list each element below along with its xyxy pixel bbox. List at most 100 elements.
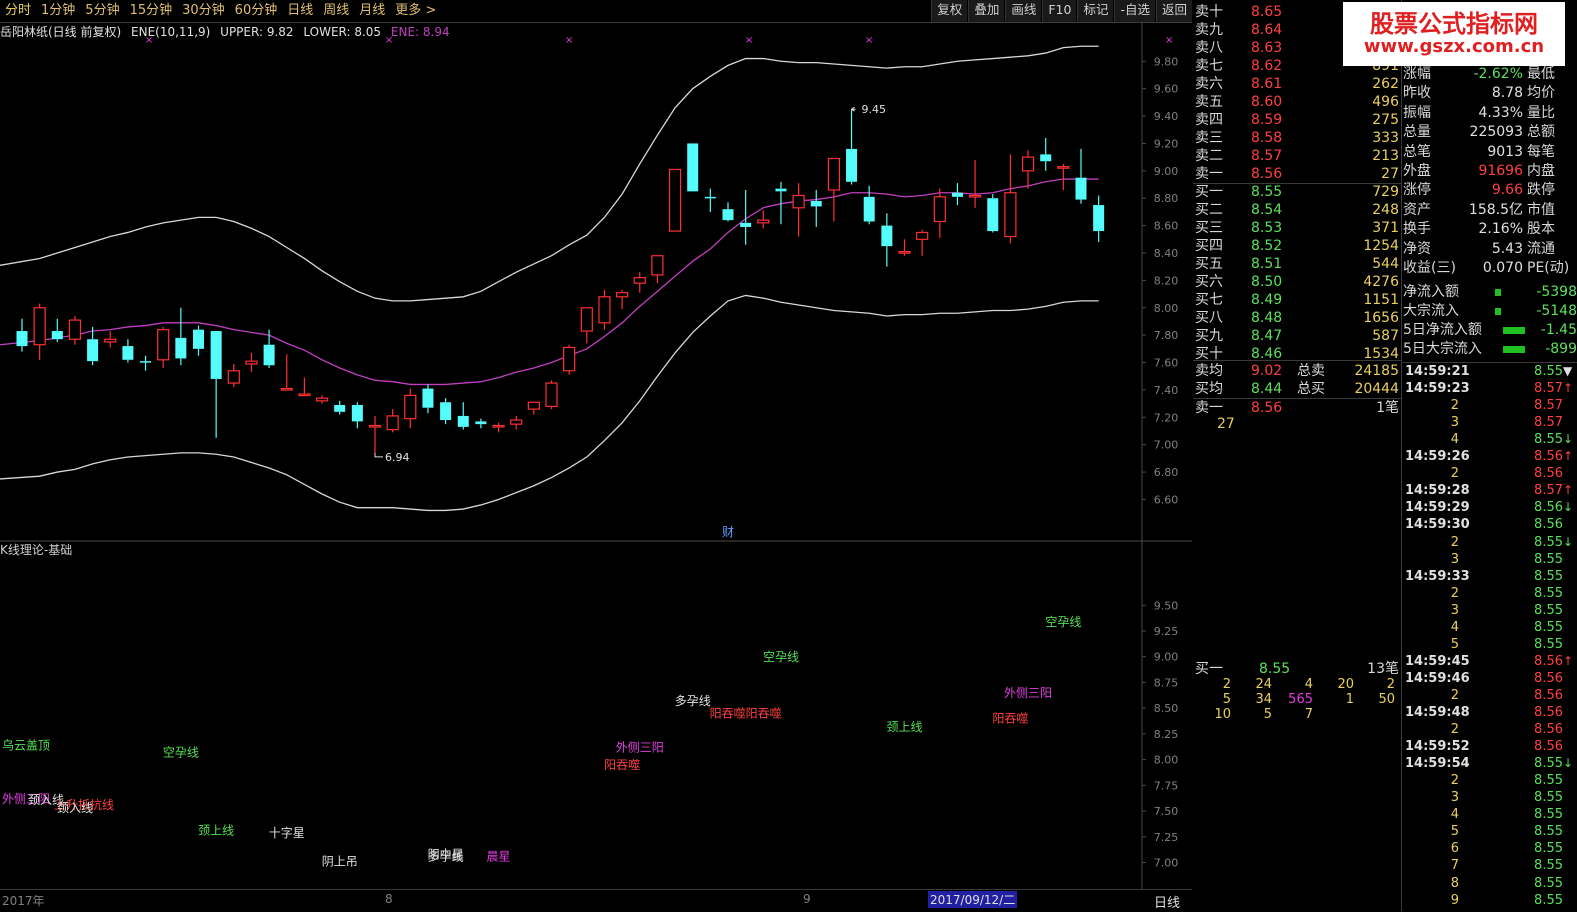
candle[interactable] [68,315,82,345]
period-tab[interactable]: 日线 [282,0,318,22]
candle[interactable] [280,354,293,391]
candle[interactable] [87,326,99,366]
candle[interactable] [757,210,770,229]
candle[interactable] [492,422,505,433]
candle[interactable] [651,255,664,284]
bid-price: 8.50 [1251,274,1283,290]
candle[interactable] [298,377,311,397]
avg-sell-label: 卖均 [1195,363,1223,379]
sell1-queue-value: 27 [1217,416,1235,432]
candle[interactable] [916,229,929,256]
candle[interactable] [633,272,646,293]
flow-value: -1.45 [1540,322,1577,338]
tool-button[interactable]: 标记 [1077,0,1114,22]
tool-button[interactable]: 复权 [931,0,968,22]
candle[interactable] [245,352,258,373]
period-tab[interactable]: 周线 [318,0,354,22]
buy1-queue-cell: 5 [1222,692,1231,707]
candle[interactable] [968,159,982,208]
candle[interactable] [1075,148,1087,204]
tick-row: 14:59:45 8.56 ↑ [1403,653,1577,670]
candle[interactable] [846,109,858,185]
period-tab[interactable]: 月线 [354,0,390,22]
tool-button[interactable]: 画线 [1005,0,1042,22]
candle[interactable] [386,409,399,433]
candle[interactable] [881,213,893,267]
candle[interactable] [1021,150,1035,189]
candle[interactable] [422,384,434,414]
candle[interactable] [545,380,558,410]
stat-label: 资产 [1403,201,1431,218]
candle[interactable] [368,415,382,453]
candle[interactable] [722,202,734,222]
period-tab[interactable]: 60分钟 [230,0,283,22]
candle[interactable] [193,325,204,356]
ask-label: 卖七 [1195,58,1223,74]
tool-button[interactable]: F10 [1042,0,1077,22]
candle[interactable] [16,318,28,352]
flow-row: 大宗流入 -5148 [1403,302,1577,321]
candle[interactable] [615,289,629,310]
tick-price: 8.55 [1534,619,1563,635]
candle[interactable] [1093,195,1105,243]
candle[interactable] [475,418,487,429]
candle[interactable] [740,189,752,245]
period-tab[interactable]: 5分钟 [80,0,124,22]
candle[interactable] [510,415,523,430]
bid-price: 8.46 [1251,346,1283,362]
candle[interactable] [933,188,946,238]
tick-price: 8.56 [1534,739,1563,755]
tool-button[interactable]: -自选 [1114,0,1155,22]
tick-arrow: ↑ [1563,449,1574,464]
bid-row: 买四 8.52 1254 [1193,237,1401,255]
candle[interactable] [1057,163,1070,190]
candle[interactable] [210,331,222,438]
candle[interactable] [687,143,699,192]
candle[interactable] [898,239,911,256]
period-tab[interactable]: 分时 [0,0,36,22]
period-tab[interactable]: 1分钟 [36,0,80,22]
candle[interactable] [51,318,63,342]
candle[interactable] [1040,137,1052,171]
candle[interactable] [987,194,999,233]
candle[interactable] [668,168,682,232]
financial-event-marker[interactable]: 财 [722,525,734,539]
candle[interactable] [951,183,963,206]
candle[interactable] [227,363,240,388]
candle[interactable] [263,329,275,369]
candlestick-chart[interactable]: 9.80 9.60 9.40 9.20 9.00 8.80 8.60 8.40 8.20 8.00… [0,22,1192,889]
candle[interactable] [440,398,452,425]
pattern-label: 颈上线 [198,824,234,838]
ask-label: 卖二 [1195,148,1223,164]
candle[interactable] [104,331,117,348]
candle[interactable] [457,402,469,430]
candle[interactable] [351,402,363,429]
candle[interactable] [175,307,187,366]
candle[interactable] [527,401,540,415]
tool-button[interactable]: 叠加 [968,0,1005,22]
candle[interactable] [863,185,875,225]
candle[interactable] [33,303,46,360]
buy1-price: 8.55 [1259,661,1291,677]
candle[interactable] [404,388,417,429]
candle[interactable] [598,289,611,330]
candle[interactable] [792,183,805,237]
candle[interactable] [157,326,170,369]
period-button[interactable]: 日线 [1154,892,1180,911]
candle[interactable] [704,188,716,212]
candle[interactable] [1004,154,1017,244]
price-tick: 8.20 [1154,274,1179,287]
candle[interactable] [810,189,822,227]
candle[interactable] [122,339,134,363]
candle[interactable] [315,395,329,404]
period-tab[interactable]: 15分钟 [125,0,178,22]
candle[interactable] [334,400,346,415]
candle[interactable] [827,157,841,222]
period-tab[interactable]: 30分钟 [177,0,230,22]
candle[interactable] [563,344,576,375]
stat-label: 换手 [1403,221,1431,238]
tool-button[interactable]: 返回 [1155,0,1192,22]
period-tab[interactable]: 更多 > [390,0,441,22]
candle[interactable] [140,355,152,371]
candle[interactable] [580,307,593,344]
